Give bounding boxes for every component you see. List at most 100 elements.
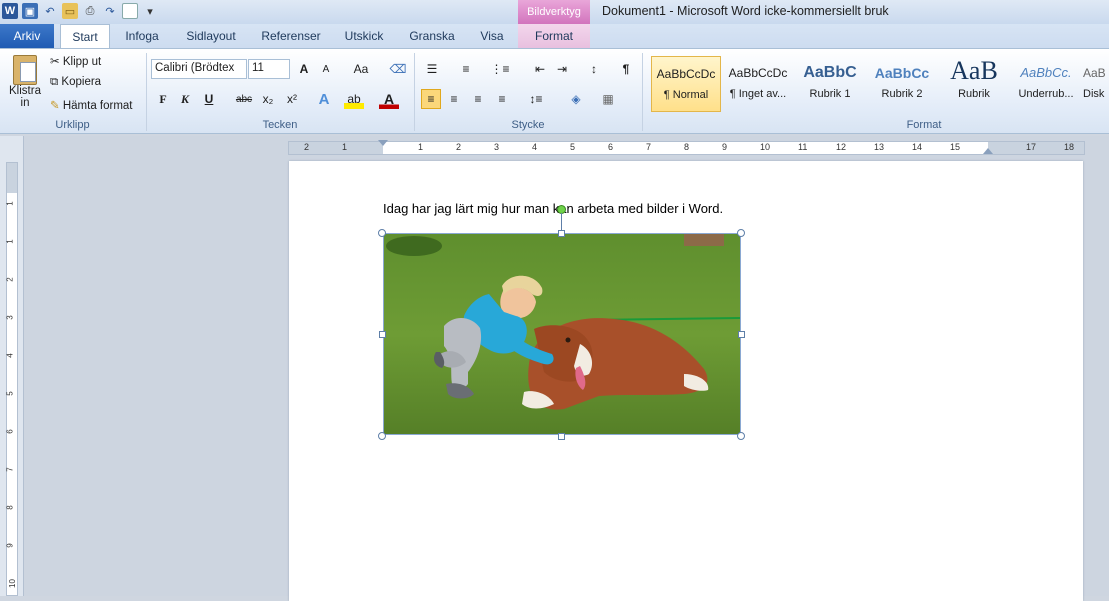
word-app-icon[interactable]: W bbox=[2, 3, 18, 19]
ruler-tick-label: 6 bbox=[5, 429, 15, 434]
selected-picture[interactable] bbox=[383, 233, 741, 435]
change-case-button[interactable]: Aa bbox=[348, 59, 374, 79]
resize-handle-top-right[interactable] bbox=[737, 229, 745, 237]
font-color-icon[interactable]: A bbox=[379, 89, 399, 109]
style-sample: AaBbCcDc bbox=[656, 67, 716, 81]
undo-icon[interactable]: ↶ bbox=[42, 3, 58, 19]
style-sample: AaBbC bbox=[803, 64, 857, 81]
document-page[interactable]: Idag har jag lärt mig hur man kan arbeta… bbox=[289, 161, 1083, 601]
tab-start[interactable]: Start bbox=[60, 24, 110, 49]
bold-button[interactable]: F bbox=[153, 89, 173, 109]
tab-review[interactable]: Granska bbox=[402, 24, 462, 48]
resize-handle-bottom-left[interactable] bbox=[378, 432, 386, 440]
style-no-spacing[interactable]: AaBbCcDc ¶ Inget av... bbox=[723, 56, 793, 112]
shading-icon[interactable]: ◈ bbox=[566, 89, 586, 109]
align-right-icon[interactable]: ≡ bbox=[468, 89, 488, 109]
redo-icon[interactable]: ↷ bbox=[102, 3, 118, 19]
tab-view[interactable]: Visa bbox=[472, 24, 512, 48]
numbering-icon[interactable]: ≡ bbox=[456, 59, 476, 79]
font-size-field[interactable]: 11 bbox=[248, 59, 290, 79]
ruler-tick-label: 9 bbox=[5, 543, 15, 548]
print-icon[interactable]: ⎙ bbox=[82, 3, 98, 19]
vertical-ruler: 1 1 2 3 4 5 6 7 8 9 10 bbox=[0, 136, 24, 596]
right-indent-marker[interactable] bbox=[983, 148, 993, 154]
style-heading-1[interactable]: AaBbC Rubrik 1 bbox=[795, 56, 865, 112]
sort-icon[interactable]: ↕ bbox=[584, 59, 604, 79]
resize-handle-bottom-right[interactable] bbox=[737, 432, 745, 440]
grow-font-button[interactable]: A bbox=[294, 59, 314, 79]
strikethrough-button[interactable]: abc bbox=[234, 89, 254, 109]
tab-mailings[interactable]: Utskick bbox=[336, 24, 392, 48]
title-bar: W ▣ ↶ ▭ ⎙ ↷ ▾ Bildverktyg Dokument1 - Mi… bbox=[0, 0, 1109, 24]
align-left-icon[interactable]: ≡ bbox=[421, 89, 441, 109]
customize-qat-icon[interactable]: ▾ bbox=[142, 3, 158, 19]
ruler-tick-label: 17 bbox=[1026, 142, 1037, 152]
ruler-tick-label: 1 bbox=[5, 239, 15, 244]
ruler-tick-label: 4 bbox=[532, 142, 538, 152]
style-name: Rubrik 1 bbox=[809, 88, 851, 100]
ruler-tick-label: 2 bbox=[5, 277, 15, 282]
style-title[interactable]: AaB Rubrik bbox=[939, 56, 1009, 112]
resize-handle-bottom[interactable] bbox=[558, 433, 565, 440]
resize-handle-left[interactable] bbox=[379, 331, 386, 338]
resize-handle-top-left[interactable] bbox=[378, 229, 386, 237]
ruler-tick-label: 7 bbox=[5, 467, 15, 472]
show-formatting-button[interactable]: ¶ bbox=[616, 59, 636, 79]
document-paragraph[interactable]: Idag har jag lärt mig hur man kan arbeta… bbox=[383, 201, 723, 216]
cut-button[interactable]: ✂ Klipp ut bbox=[50, 54, 101, 68]
font-group-label: Tecken bbox=[262, 119, 298, 131]
tab-file[interactable]: Arkiv bbox=[0, 24, 54, 48]
subscript-button[interactable]: x₂ bbox=[258, 89, 278, 109]
ruler-tick-label: 2 bbox=[304, 142, 310, 152]
format-painter-button[interactable]: ✎ Hämta format bbox=[50, 98, 133, 112]
ruler-tick-label: 3 bbox=[494, 142, 500, 152]
tab-insert[interactable]: Infoga bbox=[116, 24, 168, 48]
justify-icon[interactable]: ≡ bbox=[492, 89, 512, 109]
scissors-icon: ✂ bbox=[50, 56, 60, 68]
open-folder-icon[interactable]: ▭ bbox=[62, 3, 78, 19]
font-name-field[interactable]: Calibri (Brödtex bbox=[151, 59, 247, 79]
copy-button[interactable]: ⧉ Kopiera bbox=[50, 76, 101, 89]
underline-button[interactable]: U bbox=[199, 89, 219, 109]
ruler-tick-label: 10 bbox=[7, 579, 17, 588]
tab-references[interactable]: Referenser bbox=[254, 24, 328, 48]
style-subtitle[interactable]: AaBbCc. Underrub... bbox=[1011, 56, 1081, 112]
ruler-tick-label: 2 bbox=[456, 142, 462, 152]
ruler-tick-label: 1 bbox=[418, 142, 424, 152]
save-icon[interactable]: ▣ bbox=[22, 3, 38, 19]
ruler-tick-label: 11 bbox=[798, 142, 808, 152]
quick-access-toolbar: W ▣ ↶ ▭ ⎙ ↷ ▾ bbox=[2, 3, 158, 19]
style-normal[interactable]: AaBbCcDc ¶ Normal bbox=[651, 56, 721, 112]
ruler-tick-label: 14 bbox=[912, 142, 923, 152]
new-document-icon[interactable] bbox=[122, 3, 138, 19]
tab-layout[interactable]: Sidlayout bbox=[176, 24, 246, 48]
italic-button[interactable]: K bbox=[175, 89, 195, 109]
style-name: Disk bbox=[1083, 88, 1105, 100]
align-center-icon[interactable]: ≡ bbox=[444, 89, 464, 109]
resize-handle-top[interactable] bbox=[558, 230, 565, 237]
paste-button[interactable]: Klistra in bbox=[6, 53, 44, 117]
window-title: Dokument1 - Microsoft Word icke-kommersi… bbox=[602, 4, 889, 18]
horizontal-ruler: 2 1 1 2 3 4 5 6 7 8 9 10 11 12 13 14 15 17 18 bbox=[288, 140, 1085, 155]
bullets-icon[interactable]: ☰ bbox=[422, 59, 442, 79]
ruler-tick-label: 8 bbox=[5, 505, 15, 510]
style-heading-2[interactable]: AaBbCc Rubrik 2 bbox=[867, 56, 937, 112]
clear-format-icon[interactable]: ⌫ bbox=[388, 59, 408, 79]
style-subtle[interactable]: AaB Disk bbox=[1083, 56, 1109, 112]
picture-tools-context-label: Bildverktyg bbox=[518, 0, 590, 24]
decrease-indent-icon[interactable]: ⇤ bbox=[530, 59, 550, 79]
line-spacing-icon[interactable]: ↕≡ bbox=[526, 89, 546, 109]
increase-indent-icon[interactable]: ⇥ bbox=[552, 59, 572, 79]
borders-icon[interactable]: ▦ bbox=[598, 89, 618, 109]
style-name: Rubrik bbox=[958, 88, 990, 100]
multilevel-list-icon[interactable]: ⋮≡ bbox=[490, 59, 510, 79]
indent-marker[interactable] bbox=[378, 140, 388, 146]
superscript-button[interactable]: x² bbox=[282, 89, 302, 109]
ruler-tick-label: 6 bbox=[608, 142, 614, 152]
resize-handle-right[interactable] bbox=[738, 331, 745, 338]
tab-format[interactable]: Format bbox=[518, 24, 590, 48]
text-effects-icon[interactable]: A bbox=[314, 89, 334, 109]
style-sample: AaBbCc bbox=[874, 65, 930, 81]
highlight-icon[interactable]: ab bbox=[344, 89, 364, 109]
shrink-font-button[interactable]: A bbox=[316, 59, 336, 79]
